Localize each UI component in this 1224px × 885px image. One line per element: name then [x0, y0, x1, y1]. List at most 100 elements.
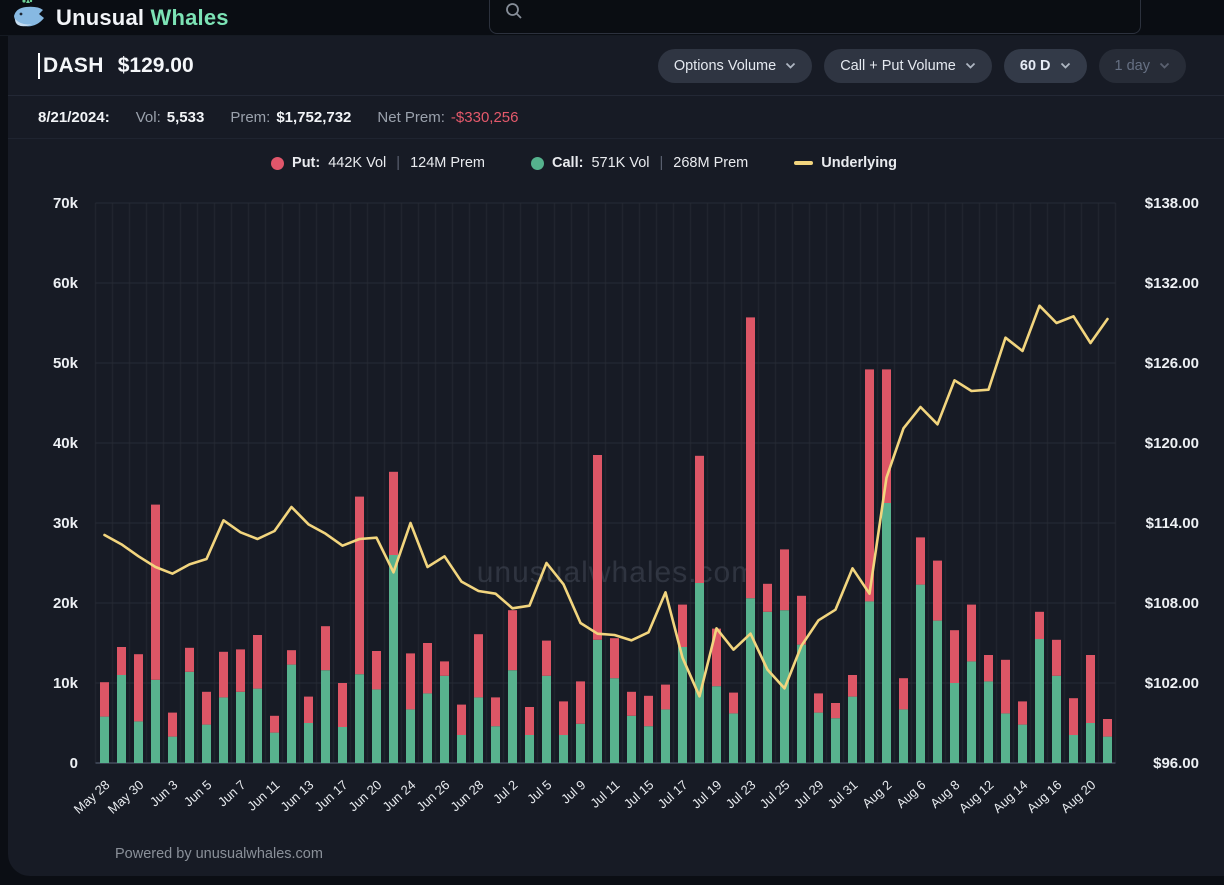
- put-bar[interactable]: [593, 455, 602, 640]
- put-bar[interactable]: [559, 701, 568, 735]
- put-bar[interactable]: [236, 649, 245, 692]
- call-bar[interactable]: [1035, 639, 1044, 763]
- call-bar[interactable]: [406, 709, 415, 763]
- put-bar[interactable]: [797, 595, 806, 645]
- call-bar[interactable]: [440, 675, 449, 763]
- put-bar[interactable]: [440, 661, 449, 676]
- call-bar[interactable]: [1103, 736, 1112, 763]
- call-bar[interactable]: [559, 735, 568, 763]
- put-bar[interactable]: [899, 678, 908, 710]
- put-bar[interactable]: [763, 583, 772, 612]
- call-bar[interactable]: [746, 598, 755, 763]
- call-bar[interactable]: [712, 686, 721, 763]
- put-bar[interactable]: [168, 712, 177, 737]
- put-bar[interactable]: [933, 560, 942, 621]
- put-bar[interactable]: [1052, 639, 1061, 676]
- call-bar[interactable]: [474, 697, 483, 763]
- put-bar[interactable]: [814, 693, 823, 713]
- call-bar[interactable]: [219, 697, 228, 763]
- put-bar[interactable]: [287, 650, 296, 665]
- put-bar[interactable]: [321, 626, 330, 671]
- call-bar[interactable]: [338, 727, 347, 763]
- call-bar[interactable]: [270, 732, 279, 763]
- put-bar[interactable]: [746, 317, 755, 599]
- put-bar[interactable]: [457, 704, 466, 735]
- put-bar[interactable]: [474, 634, 483, 698]
- call-bar[interactable]: [389, 555, 398, 763]
- put-bar[interactable]: [491, 697, 500, 727]
- put-bar[interactable]: [1001, 659, 1010, 714]
- call-bar[interactable]: [355, 674, 364, 763]
- call-bar[interactable]: [610, 678, 619, 763]
- call-bar[interactable]: [168, 736, 177, 763]
- call-bar[interactable]: [423, 693, 432, 763]
- put-bar[interactable]: [610, 638, 619, 679]
- call-bar[interactable]: [967, 661, 976, 763]
- put-bar[interactable]: [848, 675, 857, 697]
- call-bar[interactable]: [134, 721, 143, 763]
- call-bar[interactable]: [1001, 713, 1010, 763]
- search-input[interactable]: [532, 4, 1140, 26]
- call-bar[interactable]: [848, 696, 857, 763]
- put-bar[interactable]: [100, 682, 109, 717]
- call-bar[interactable]: [576, 723, 585, 763]
- call-bar[interactable]: [916, 584, 925, 763]
- call-bar[interactable]: [236, 691, 245, 763]
- put-bar[interactable]: [695, 455, 704, 583]
- put-bar[interactable]: [1069, 698, 1078, 735]
- call-bar[interactable]: [865, 601, 874, 763]
- put-bar[interactable]: [338, 683, 347, 727]
- chart-area[interactable]: 0 10k 20k 30k 40k 50k 60k 70k $96.00 $102.00 $108.…: [0, 140, 1224, 850]
- call-bar[interactable]: [933, 620, 942, 763]
- call-bar[interactable]: [763, 611, 772, 763]
- put-bar[interactable]: [780, 549, 789, 611]
- call-bar[interactable]: [304, 723, 313, 763]
- call-bar[interactable]: [117, 675, 126, 763]
- call-bar[interactable]: [950, 683, 959, 763]
- call-bar[interactable]: [1086, 723, 1095, 763]
- call-bar[interactable]: [491, 726, 500, 763]
- call-bar[interactable]: [661, 709, 670, 763]
- put-bar[interactable]: [219, 651, 228, 698]
- call-bar[interactable]: [151, 679, 160, 763]
- put-bar[interactable]: [542, 640, 551, 676]
- call-bar[interactable]: [882, 503, 891, 763]
- put-bar[interactable]: [372, 651, 381, 690]
- call-bar[interactable]: [984, 681, 993, 763]
- options-volume-chart[interactable]: 0 10k 20k 30k 40k 50k 60k 70k $96.00 $102.00 $108.…: [0, 140, 1224, 850]
- put-bar[interactable]: [916, 537, 925, 585]
- put-bar[interactable]: [525, 707, 534, 735]
- put-bar[interactable]: [1086, 655, 1095, 723]
- interval-dropdown[interactable]: 1 day: [1098, 48, 1186, 83]
- put-bar[interactable]: [270, 715, 279, 733]
- call-bar[interactable]: [185, 671, 194, 763]
- call-bar[interactable]: [287, 664, 296, 763]
- put-bar[interactable]: [253, 635, 262, 689]
- put-bar[interactable]: [1018, 701, 1027, 725]
- options-volume-dropdown[interactable]: Options Volume: [657, 48, 813, 83]
- put-bar[interactable]: [423, 643, 432, 694]
- call-bar[interactable]: [627, 715, 636, 763]
- put-bar[interactable]: [151, 504, 160, 680]
- put-bar[interactable]: [508, 610, 517, 671]
- put-bar[interactable]: [117, 647, 126, 675]
- put-bar[interactable]: [134, 654, 143, 722]
- put-bar[interactable]: [185, 647, 194, 672]
- put-bar[interactable]: [984, 655, 993, 682]
- call-bar[interactable]: [1069, 735, 1078, 763]
- call-bar[interactable]: [1018, 724, 1027, 763]
- put-bar[interactable]: [661, 684, 670, 710]
- date-range-dropdown[interactable]: 60 D: [1003, 48, 1087, 83]
- call-bar[interactable]: [525, 735, 534, 763]
- put-bar[interactable]: [967, 604, 976, 662]
- call-bar[interactable]: [1052, 675, 1061, 763]
- call-bar[interactable]: [202, 724, 211, 763]
- brand[interactable]: Unusual Whales: [0, 0, 229, 37]
- put-bar[interactable]: [831, 703, 840, 719]
- call-bar[interactable]: [644, 726, 653, 763]
- call-bar[interactable]: [593, 639, 602, 763]
- call-bar[interactable]: [729, 713, 738, 763]
- call-put-volume-dropdown[interactable]: Call + Put Volume: [824, 48, 992, 83]
- call-bar[interactable]: [814, 712, 823, 763]
- call-bar[interactable]: [695, 583, 704, 763]
